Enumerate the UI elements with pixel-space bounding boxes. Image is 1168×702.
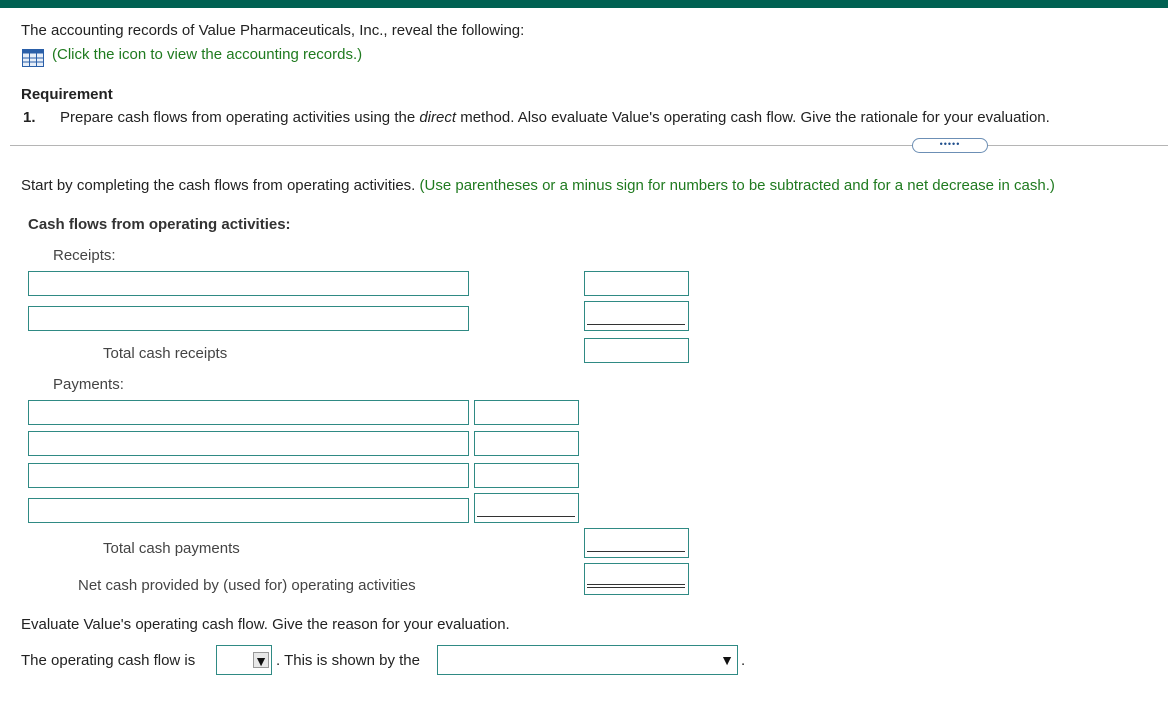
total-payments-label: Total cash payments: [103, 540, 240, 557]
top-accent-bar: [0, 0, 1168, 8]
subtotal-rule: [477, 516, 575, 517]
total-double-rule: [587, 584, 685, 588]
evaluation-question: Evaluate Value's operating cash flow. Gi…: [21, 616, 510, 633]
payment-1-amount-input[interactable]: [474, 400, 579, 425]
payment-2-description-input[interactable]: [28, 431, 469, 456]
receipts-label: Receipts:: [53, 247, 116, 264]
receipt-1-description-input[interactable]: [28, 271, 469, 296]
receipt-2-amount-input[interactable]: [584, 301, 689, 331]
total-receipts-label: Total cash receipts: [103, 345, 228, 362]
requirement-text: Prepare cash flows from operating activi…: [60, 109, 1050, 126]
grid-table-icon[interactable]: [22, 49, 44, 67]
section-divider: [10, 145, 1168, 146]
total-receipts-input[interactable]: [584, 338, 689, 363]
payment-3-description-input[interactable]: [28, 463, 469, 488]
intro-text: The accounting records of Value Pharmace…: [21, 22, 525, 39]
requirement-heading: Requirement: [21, 86, 113, 103]
payment-4-description-input[interactable]: [28, 498, 469, 523]
triangle-down-icon[interactable]: ▼: [253, 652, 269, 669]
net-cash-input[interactable]: [584, 563, 689, 595]
evidence-dropdown[interactable]: ▼: [437, 645, 738, 675]
subtotal-rule: [587, 551, 685, 552]
receipt-1-amount-input[interactable]: [584, 271, 689, 296]
triangle-down-icon[interactable]: ▼: [719, 652, 735, 668]
subtotal-rule: [587, 324, 685, 325]
evaluation-sentence-mid: . This is shown by the: [276, 652, 420, 669]
expand-toggle-button[interactable]: •••••: [912, 138, 988, 153]
view-records-link[interactable]: (Click the icon to view the accounting r…: [52, 46, 362, 63]
payment-4-amount-input[interactable]: [474, 493, 579, 523]
total-payments-input[interactable]: [584, 528, 689, 558]
statement-heading: Cash flows from operating activities:: [28, 216, 291, 233]
requirement-number: 1.: [23, 109, 36, 126]
payment-1-description-input[interactable]: [28, 400, 469, 425]
instructions: Start by completing the cash flows from …: [21, 177, 1055, 194]
payment-2-amount-input[interactable]: [474, 431, 579, 456]
evaluation-sentence-start: The operating cash flow is: [21, 652, 196, 669]
receipt-2-description-input[interactable]: [28, 306, 469, 331]
net-cash-label: Net cash provided by (used for) operatin…: [78, 577, 416, 594]
payments-label: Payments:: [53, 376, 124, 393]
cash-flow-assessment-dropdown[interactable]: ▼: [216, 645, 272, 675]
payment-3-amount-input[interactable]: [474, 463, 579, 488]
evaluation-sentence-end: .: [741, 652, 746, 669]
